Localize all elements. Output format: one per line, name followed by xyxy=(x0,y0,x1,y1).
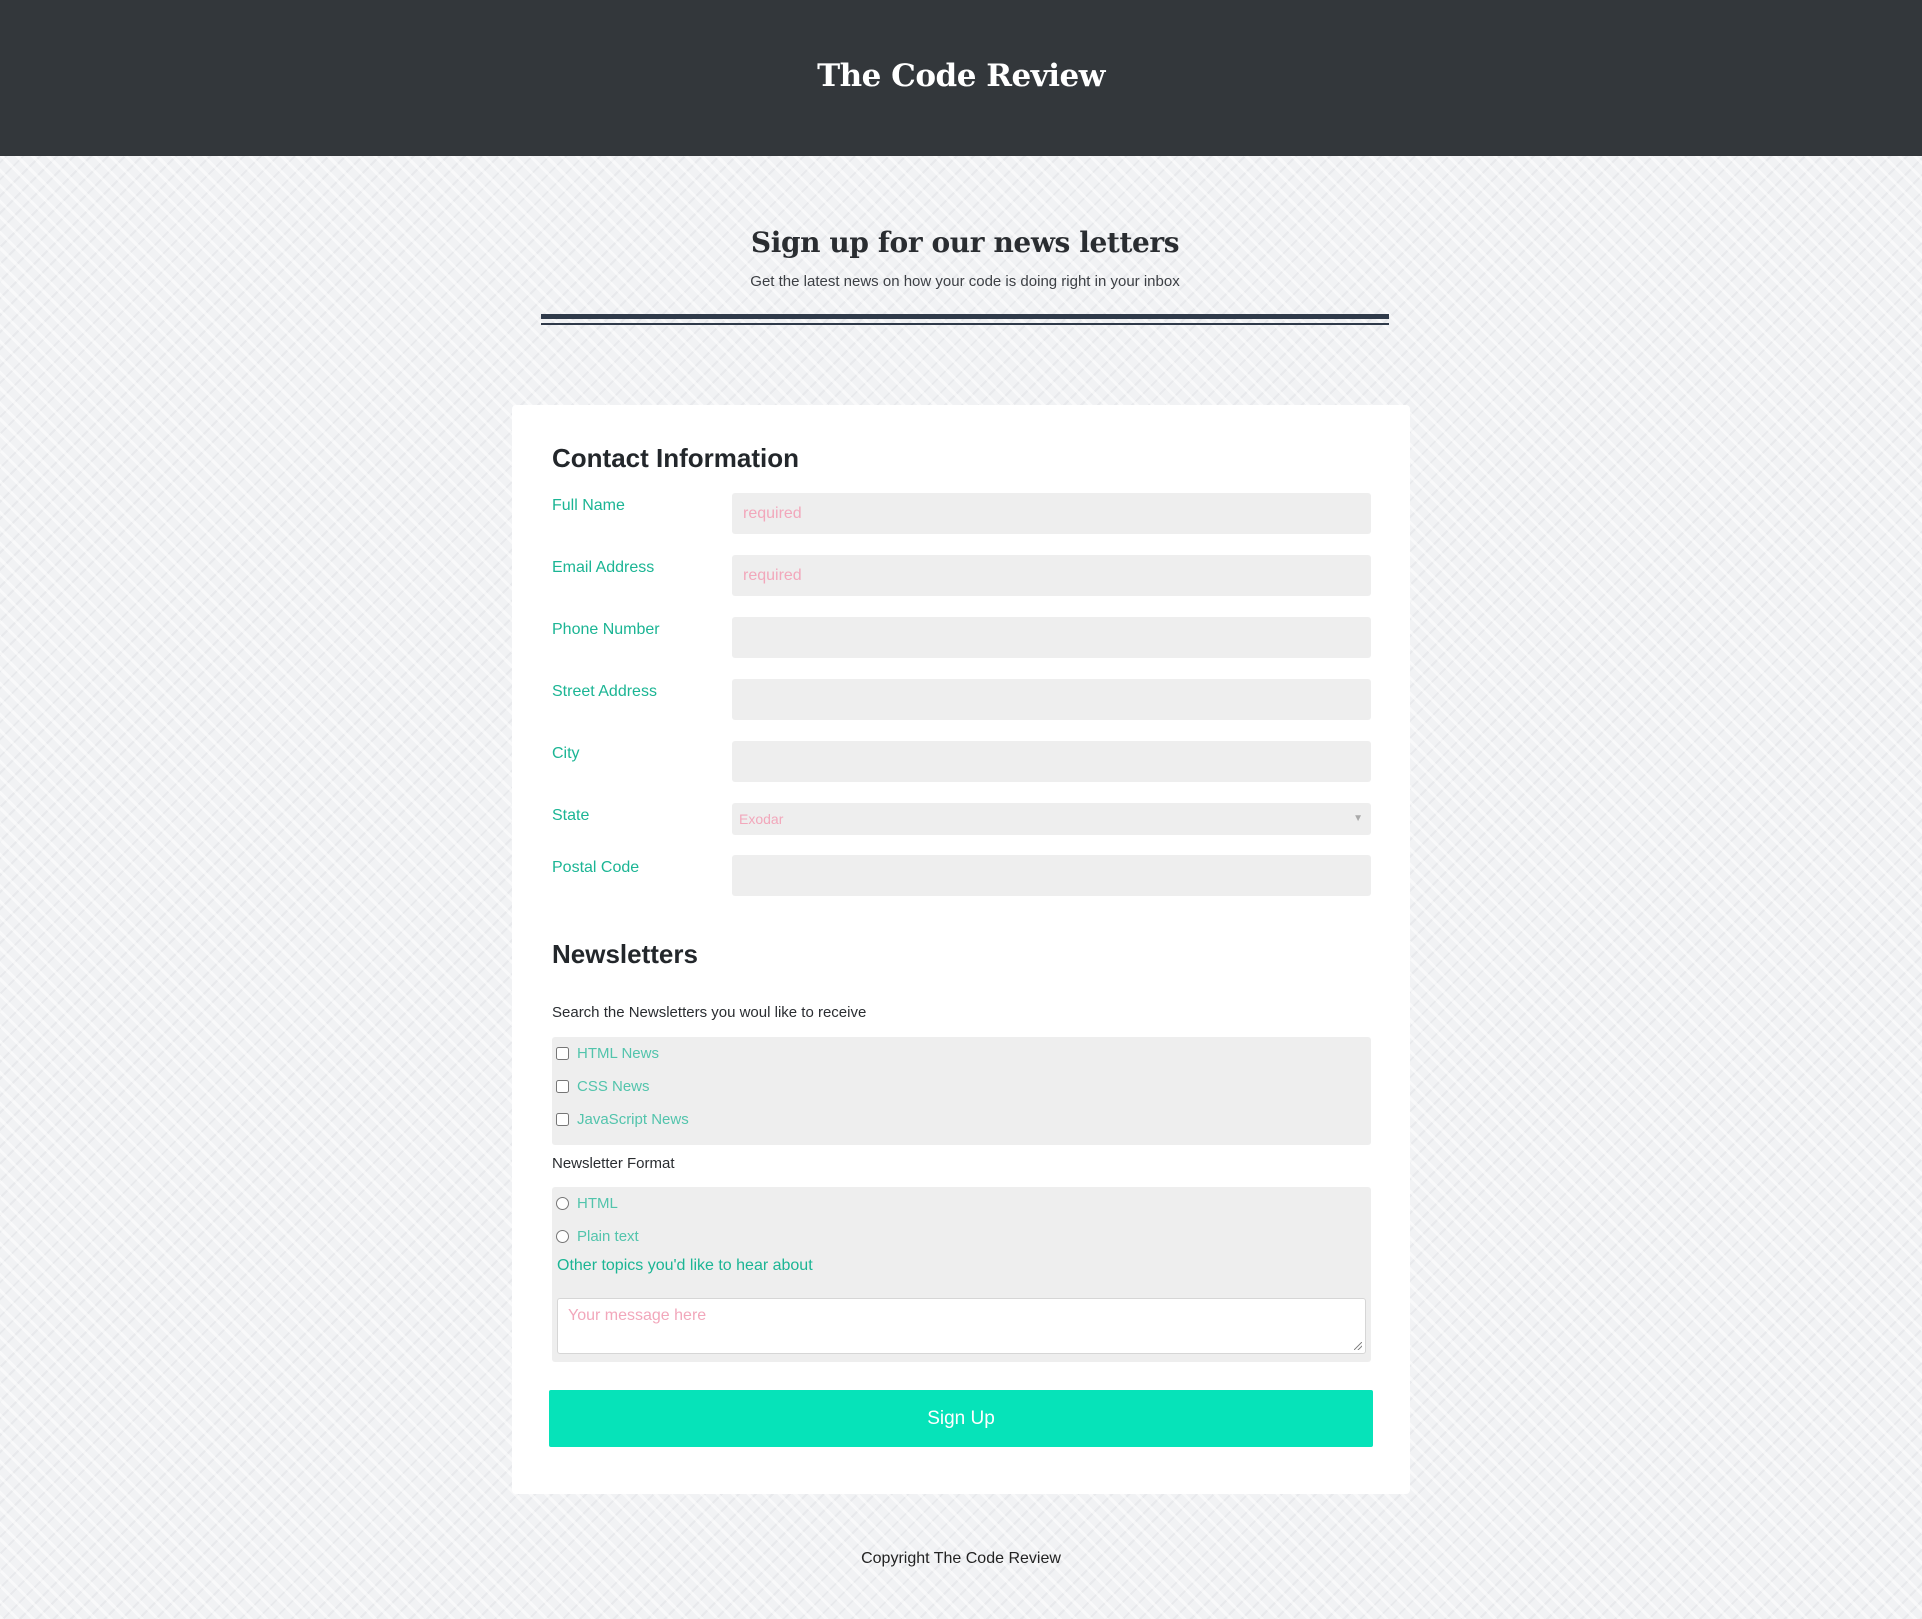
newsletters-section-title: Newsletters xyxy=(552,939,698,969)
newsletter-option-html[interactable]: HTML News xyxy=(556,1043,659,1063)
other-topics-textarea[interactable] xyxy=(557,1298,1366,1354)
format-radio-html[interactable] xyxy=(556,1196,569,1210)
newsletter-format-options: HTML Plain text Other topics you'd like … xyxy=(552,1187,1371,1362)
newsletter-option-javascript[interactable]: JavaScript News xyxy=(556,1109,689,1129)
phone-label: Phone Number xyxy=(552,621,660,638)
signup-form: Contact Information Full Name Email Addr… xyxy=(512,405,1410,1494)
state-selected-value: Exodar xyxy=(739,811,784,827)
state-select[interactable]: Exodar ▼ xyxy=(732,803,1371,835)
newsletter-option-label: JavaScript News xyxy=(577,1110,689,1128)
city-label: City xyxy=(552,745,580,762)
intro-subheading: Get the latest news on how your code is … xyxy=(750,273,1180,290)
contact-section-title: Contact Information xyxy=(552,443,799,473)
format-radio-plain-text[interactable] xyxy=(556,1229,569,1243)
footer-copyright: Copyright The Code Review xyxy=(861,1550,1061,1567)
postal-label: Postal Code xyxy=(552,859,640,876)
site-header: The Code Review xyxy=(0,0,1922,156)
intro-divider xyxy=(541,314,1389,325)
site-title: The Code Review xyxy=(817,58,1105,94)
street-label: Street Address xyxy=(552,683,657,700)
format-option-plain-text[interactable]: Plain text xyxy=(556,1226,639,1246)
newsletter-option-label: HTML News xyxy=(577,1044,659,1062)
newsletter-options: HTML News CSS News JavaScript News xyxy=(552,1037,1371,1145)
city-input[interactable] xyxy=(732,741,1371,782)
format-option-html[interactable]: HTML xyxy=(556,1193,618,1213)
postal-input[interactable] xyxy=(732,855,1371,896)
newsletter-option-label: CSS News xyxy=(577,1077,650,1095)
intro-heading: Sign up for our news letters xyxy=(750,226,1180,259)
newsletter-search-label: Search the Newsletters you woul like to … xyxy=(552,1004,867,1021)
email-label: Email Address xyxy=(552,559,655,576)
full-name-label: Full Name xyxy=(552,497,625,514)
newsletter-checkbox-css[interactable] xyxy=(556,1079,569,1093)
full-name-input[interactable] xyxy=(732,493,1371,534)
phone-input[interactable] xyxy=(732,617,1371,658)
resize-handle-icon[interactable] xyxy=(1354,1342,1362,1350)
street-input[interactable] xyxy=(732,679,1371,720)
newsletter-checkbox-html[interactable] xyxy=(556,1046,569,1060)
newsletter-format-label: Newsletter Format xyxy=(552,1155,675,1172)
newsletter-checkbox-javascript[interactable] xyxy=(556,1112,569,1126)
email-input[interactable] xyxy=(732,555,1371,596)
state-label: State xyxy=(552,807,590,824)
format-option-label: Plain text xyxy=(577,1227,639,1245)
other-topics-label: Other topics you'd like to hear about xyxy=(557,1257,813,1274)
format-option-label: HTML xyxy=(577,1194,618,1212)
newsletter-option-css[interactable]: CSS News xyxy=(556,1076,650,1096)
intro-section: Sign up for our news letters Get the lat… xyxy=(541,226,1389,290)
chevron-down-icon: ▼ xyxy=(1353,813,1363,824)
sign-up-button[interactable]: Sign Up xyxy=(549,1390,1373,1447)
